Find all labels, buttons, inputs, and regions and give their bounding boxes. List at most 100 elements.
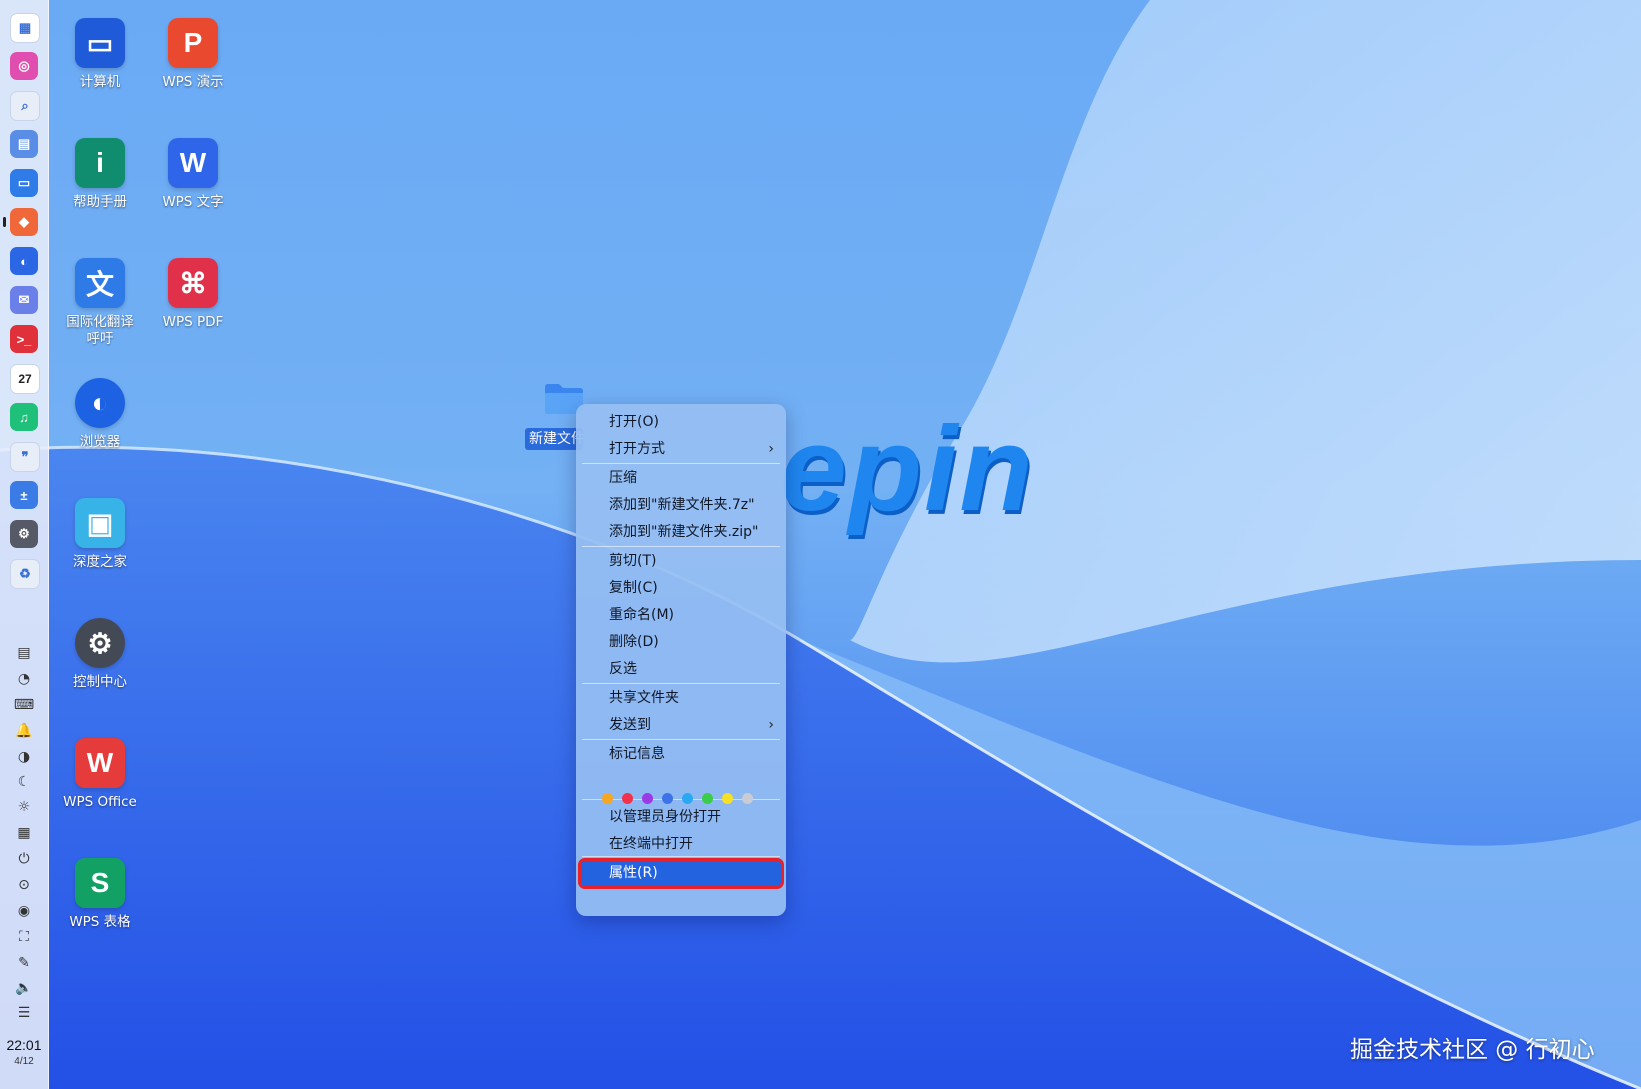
desktop-icon-label: 浏览器 bbox=[79, 434, 121, 450]
multitask-icon[interactable]: ▤ bbox=[10, 130, 38, 158]
settings-icon[interactable]: ⚙ bbox=[10, 520, 38, 548]
tag-color-dot[interactable] bbox=[662, 793, 673, 804]
menu-item-label: 添加到"新建文件夹.7z" bbox=[609, 497, 755, 513]
tag-color-dot[interactable] bbox=[682, 793, 693, 804]
clipboard-icon[interactable]: ▤ bbox=[14, 643, 34, 663]
menu-item-open-in-terminal[interactable]: 在终端中打开 bbox=[580, 831, 782, 858]
tag-color-dot[interactable] bbox=[742, 793, 753, 804]
menu-item-invert-selection[interactable]: 反选 bbox=[580, 656, 782, 683]
wps-office-icon: W bbox=[75, 738, 125, 788]
menu-item-label: 共享文件夹 bbox=[609, 690, 679, 706]
menu-item-compress[interactable]: 压缩 bbox=[580, 465, 782, 492]
desktop-icon-label: WPS 表格 bbox=[69, 914, 131, 930]
menu-item-label: 添加到"新建文件夹.zip" bbox=[609, 524, 759, 540]
notification-icon[interactable]: 🔔 bbox=[14, 721, 34, 741]
input-method-icon[interactable]: ▦ bbox=[14, 823, 34, 843]
trash-icon[interactable]: ♻ bbox=[10, 559, 40, 589]
desktop-icon-label: WPS 演示 bbox=[162, 74, 224, 90]
tag-color-dot[interactable] bbox=[642, 793, 653, 804]
menu-item-add-7z[interactable]: 添加到"新建文件夹.7z" bbox=[580, 492, 782, 519]
menu-item-tag-info[interactable]: 标记信息 bbox=[580, 741, 782, 768]
night-mode-icon[interactable]: ☾ bbox=[14, 772, 34, 792]
menu-item-label: 以管理员身份打开 bbox=[609, 809, 721, 825]
menu-item-label: 在终端中打开 bbox=[609, 836, 693, 852]
clock-date: 4/12 bbox=[14, 1056, 34, 1067]
desktop-icon-label: 深度之家 bbox=[73, 554, 127, 570]
desktop-icon-translate[interactable]: 文国际化翻译呼吁 bbox=[54, 258, 146, 348]
shutdown-menu-icon[interactable]: ⊙ bbox=[14, 875, 34, 895]
terminal-icon[interactable]: >_ bbox=[10, 325, 38, 353]
desktop-icon-wps-presentation[interactable]: P WPS 演示 bbox=[147, 18, 239, 91]
calculator-icon[interactable]: ± bbox=[10, 481, 38, 509]
desktop-icon-computer[interactable]: ▭ 计算机 bbox=[54, 18, 146, 91]
browser-icon[interactable]: ◐ bbox=[10, 247, 38, 275]
desktop-icon-wps-office[interactable]: W WPS Office bbox=[54, 738, 146, 811]
menu-item-send-to[interactable]: 发送到 › bbox=[580, 712, 782, 739]
launcher-icon[interactable]: ▦ bbox=[10, 13, 40, 43]
menu-item-label: 压缩 bbox=[609, 470, 637, 486]
record-icon[interactable]: ◉ bbox=[14, 901, 34, 921]
tag-color-dot[interactable] bbox=[622, 793, 633, 804]
search-icon[interactable]: ⌕ bbox=[10, 91, 40, 121]
desktop-icon-help[interactable]: i 帮助手册 bbox=[54, 138, 146, 211]
power-icon[interactable]: ⏻ bbox=[14, 849, 34, 869]
menu-item-label: 反选 bbox=[609, 661, 637, 677]
menu-item-copy[interactable]: 复制(C) bbox=[580, 575, 782, 602]
menu-item-properties[interactable]: 属性(R) bbox=[578, 858, 784, 889]
volume-icon[interactable]: 🔈 bbox=[14, 978, 34, 998]
menu-separator bbox=[582, 683, 780, 684]
menu-item-open-with[interactable]: 打开方式 › bbox=[580, 436, 782, 463]
context-menu: 打开(O) 打开方式 › 压缩添加到"新建文件夹.7z" 添加到"新建文件夹.zip" 剪… bbox=[576, 404, 786, 916]
brightness-icon[interactable]: ☼ bbox=[14, 797, 34, 817]
menu-item-add-zip[interactable]: 添加到"新建文件夹.zip" bbox=[580, 519, 782, 546]
app-store-icon[interactable]: ◆ bbox=[10, 208, 38, 236]
keyboard-icon[interactable]: ⌨ bbox=[14, 695, 34, 715]
desktop-icon-wps-writer[interactable]: W WPS 文字 bbox=[147, 138, 239, 211]
music-icon[interactable]: ♫ bbox=[10, 403, 38, 431]
mail-icon[interactable]: ✉ bbox=[10, 286, 38, 314]
chevron-right-icon: › bbox=[768, 717, 774, 733]
theme-icon[interactable]: ◑ bbox=[14, 747, 34, 767]
menu-item-label: 发送到 bbox=[609, 717, 651, 733]
menu-item-open-as-admin[interactable]: 以管理员身份打开 bbox=[580, 804, 782, 831]
pen-icon[interactable]: ✎ bbox=[14, 953, 34, 973]
desktop-icon-deepin-home[interactable]: ▣ 深度之家 bbox=[54, 498, 146, 571]
clock-time[interactable]: 22:01 bbox=[0, 1037, 48, 1053]
desktop-icon-label: 控制中心 bbox=[73, 674, 127, 690]
menu-item-label: 打开(O) bbox=[609, 414, 659, 430]
desktop-icon-control-center[interactable]: ⚙ 控制中心 bbox=[54, 618, 146, 691]
folder-label[interactable]: 新建文件夹 bbox=[525, 428, 583, 450]
file-manager-icon[interactable]: ▭ bbox=[10, 169, 38, 197]
tag-color-dot[interactable] bbox=[702, 793, 713, 804]
menu-item-open[interactable]: 打开(O) bbox=[580, 409, 782, 436]
translate-icon: 文 bbox=[75, 258, 125, 308]
side-dock: ▦ ◎ ⌕ ▤ ▭ ◆ ◐ ✉ >_ 27 ♫ ❞ ± ⚙ ♻ ▤ ◔ ⌨ 🔔 ◑ ☾ ☼ ▦ ⏻ ⊙ ◉ ⛶ ✎ 🔈 ☰ 22:01 4/1… bbox=[0, 0, 49, 1089]
desktop-icon-browser[interactable]: ◐ 浏览器 bbox=[54, 378, 146, 451]
menu-separator bbox=[582, 546, 780, 547]
tag-color-dot[interactable] bbox=[722, 793, 733, 804]
menu-item-share-folder[interactable]: 共享文件夹 bbox=[580, 685, 782, 712]
storage-icon[interactable]: ☰ bbox=[14, 1003, 34, 1023]
menu-item-cut[interactable]: 剪切(T) bbox=[580, 548, 782, 575]
watermark: 掘金技术社区 @ 行初心 bbox=[1350, 1037, 1595, 1063]
desktop-icon-wps-sheets[interactable]: S WPS 表格 bbox=[54, 858, 146, 931]
assistant-icon[interactable]: ◎ bbox=[10, 52, 38, 80]
menu-item-label: 剪切(T) bbox=[609, 553, 657, 569]
tag-color-dot[interactable] bbox=[602, 793, 613, 804]
menu-item-label: 删除(D) bbox=[609, 634, 659, 650]
computer-icon: ▭ bbox=[75, 18, 125, 68]
menu-item-delete[interactable]: 删除(D) bbox=[580, 629, 782, 656]
control-center-icon: ⚙ bbox=[75, 618, 125, 668]
screenshot-icon[interactable]: ⛶ bbox=[14, 927, 34, 947]
calendar-icon[interactable]: 27 bbox=[10, 364, 40, 394]
desktop-icon-wps-pdf[interactable]: ⌘ WPS PDF bbox=[147, 258, 239, 331]
desktop-icon-label: WPS 文字 bbox=[162, 194, 224, 210]
chat-icon[interactable]: ❞ bbox=[10, 442, 40, 472]
browser-icon: ◐ bbox=[75, 378, 125, 428]
desktop-icon-label: WPS PDF bbox=[162, 314, 224, 330]
desktop-icon-label: 帮助手册 bbox=[73, 194, 127, 210]
monitor-icon[interactable]: ◔ bbox=[14, 669, 34, 689]
menu-item-rename[interactable]: 重命名(M) bbox=[580, 602, 782, 629]
wps-writer-icon: W bbox=[168, 138, 218, 188]
menu-separator bbox=[582, 856, 780, 857]
